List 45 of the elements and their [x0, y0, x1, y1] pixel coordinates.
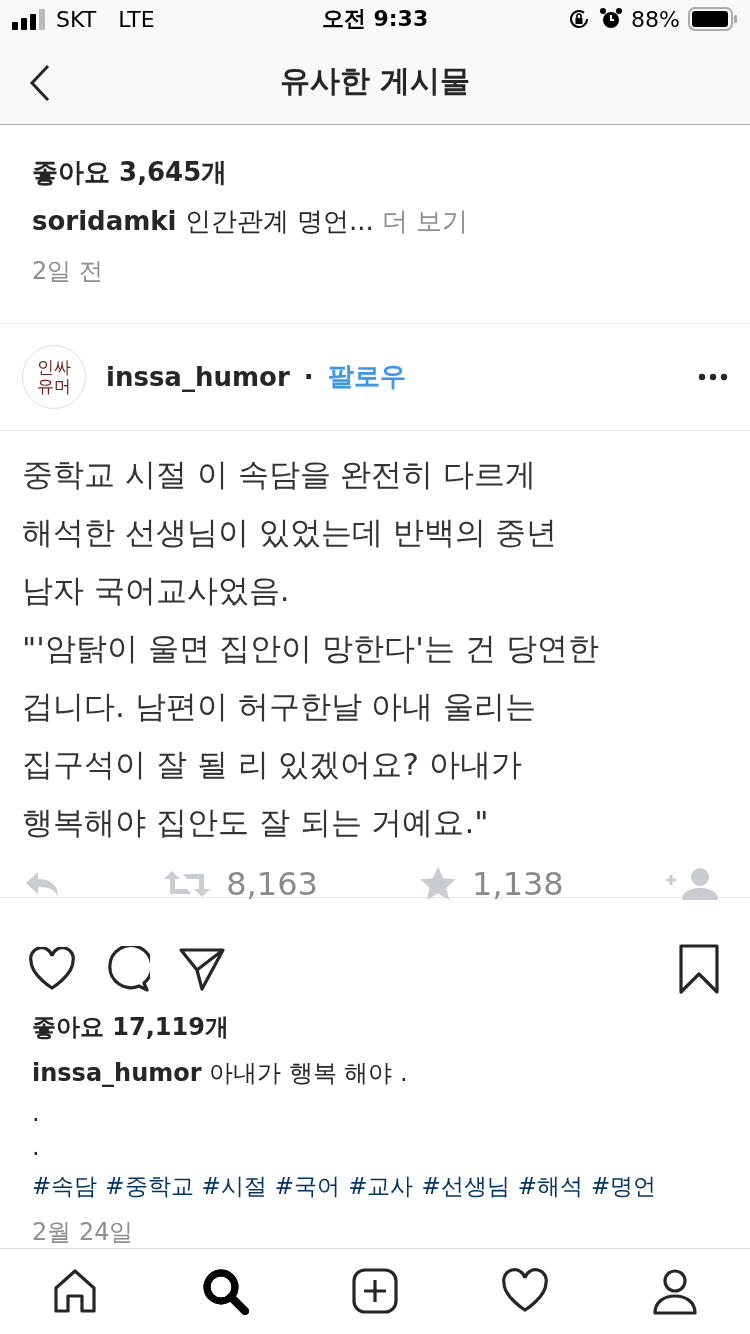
caption: 아내가 행복 해야 .	[209, 1058, 408, 1087]
caption: 인간관계 명언...	[184, 206, 374, 237]
retweet-icon	[162, 869, 213, 900]
like-count[interactable]: 좋아요 17,119개	[32, 1010, 718, 1043]
profile-tab-icon[interactable]	[650, 1266, 700, 1317]
network-type: LTE	[118, 6, 155, 32]
add-tab-icon[interactable]	[350, 1266, 400, 1317]
tweet-text-line: 남자 국어교사었음.	[22, 571, 291, 611]
back-icon[interactable]	[28, 62, 52, 103]
username[interactable]: soridamki	[32, 206, 177, 237]
hashtag-link[interactable]: #명언	[590, 1170, 657, 1202]
add-person-icon	[663, 866, 720, 903]
favorite-count: 1,138	[472, 865, 564, 904]
clock: 오전 9:33	[321, 5, 429, 34]
hashtag-link[interactable]: #시절	[201, 1170, 267, 1202]
signal-icon	[12, 8, 48, 31]
post-time: 2일 전	[32, 256, 104, 288]
bookmark-icon[interactable]	[678, 944, 720, 995]
battery-icon	[688, 7, 738, 32]
username[interactable]: inssa_humor	[106, 361, 290, 392]
tweet-text-line: 중학교 시절 이 속담을 완전히 다르게	[22, 455, 538, 495]
retweet-count: 8,163	[226, 865, 318, 904]
caption-line: .	[32, 1136, 41, 1157]
post-date: 2월 24일	[32, 1216, 135, 1248]
tweet-text-line: 행복해야 집안도 잘 되는 거예요."	[22, 803, 490, 843]
heart-icon[interactable]	[28, 947, 76, 992]
more-icon[interactable]	[698, 372, 728, 381]
caption-line: .	[32, 1102, 41, 1123]
tweet-text-line: 겁니다. 남편이 허구한날 아내 울리는	[22, 687, 538, 727]
separator: ·	[303, 361, 314, 392]
tweet-text-line: 집구석이 잘 될 리 있겠어요? 아내가	[22, 745, 523, 785]
hashtag-link[interactable]: #국어	[274, 1170, 341, 1202]
hashtag-link[interactable]: #선생님	[421, 1170, 510, 1202]
like-count[interactable]: 좋아요 3,645개	[32, 155, 718, 191]
hashtag-link[interactable]: #해석	[517, 1170, 583, 1202]
share-icon[interactable]	[178, 946, 226, 993]
tweet-text-line: "'암탉이 울면 집안이 망한다'는 건 당연한	[22, 629, 600, 669]
nav-title: 유사한 게시물	[279, 62, 471, 101]
battery-percent: 88%	[631, 6, 680, 32]
tweet-text-line: 해석한 선생님이 있었는데 반백의 중년	[22, 513, 559, 553]
username[interactable]: inssa_humor	[32, 1058, 202, 1087]
hashtag-link[interactable]: #교사	[348, 1170, 414, 1202]
carrier: SKT	[56, 6, 97, 32]
hashtag-link[interactable]: #속담	[32, 1170, 98, 1202]
hashtag-link[interactable]: #중학교	[105, 1170, 194, 1202]
